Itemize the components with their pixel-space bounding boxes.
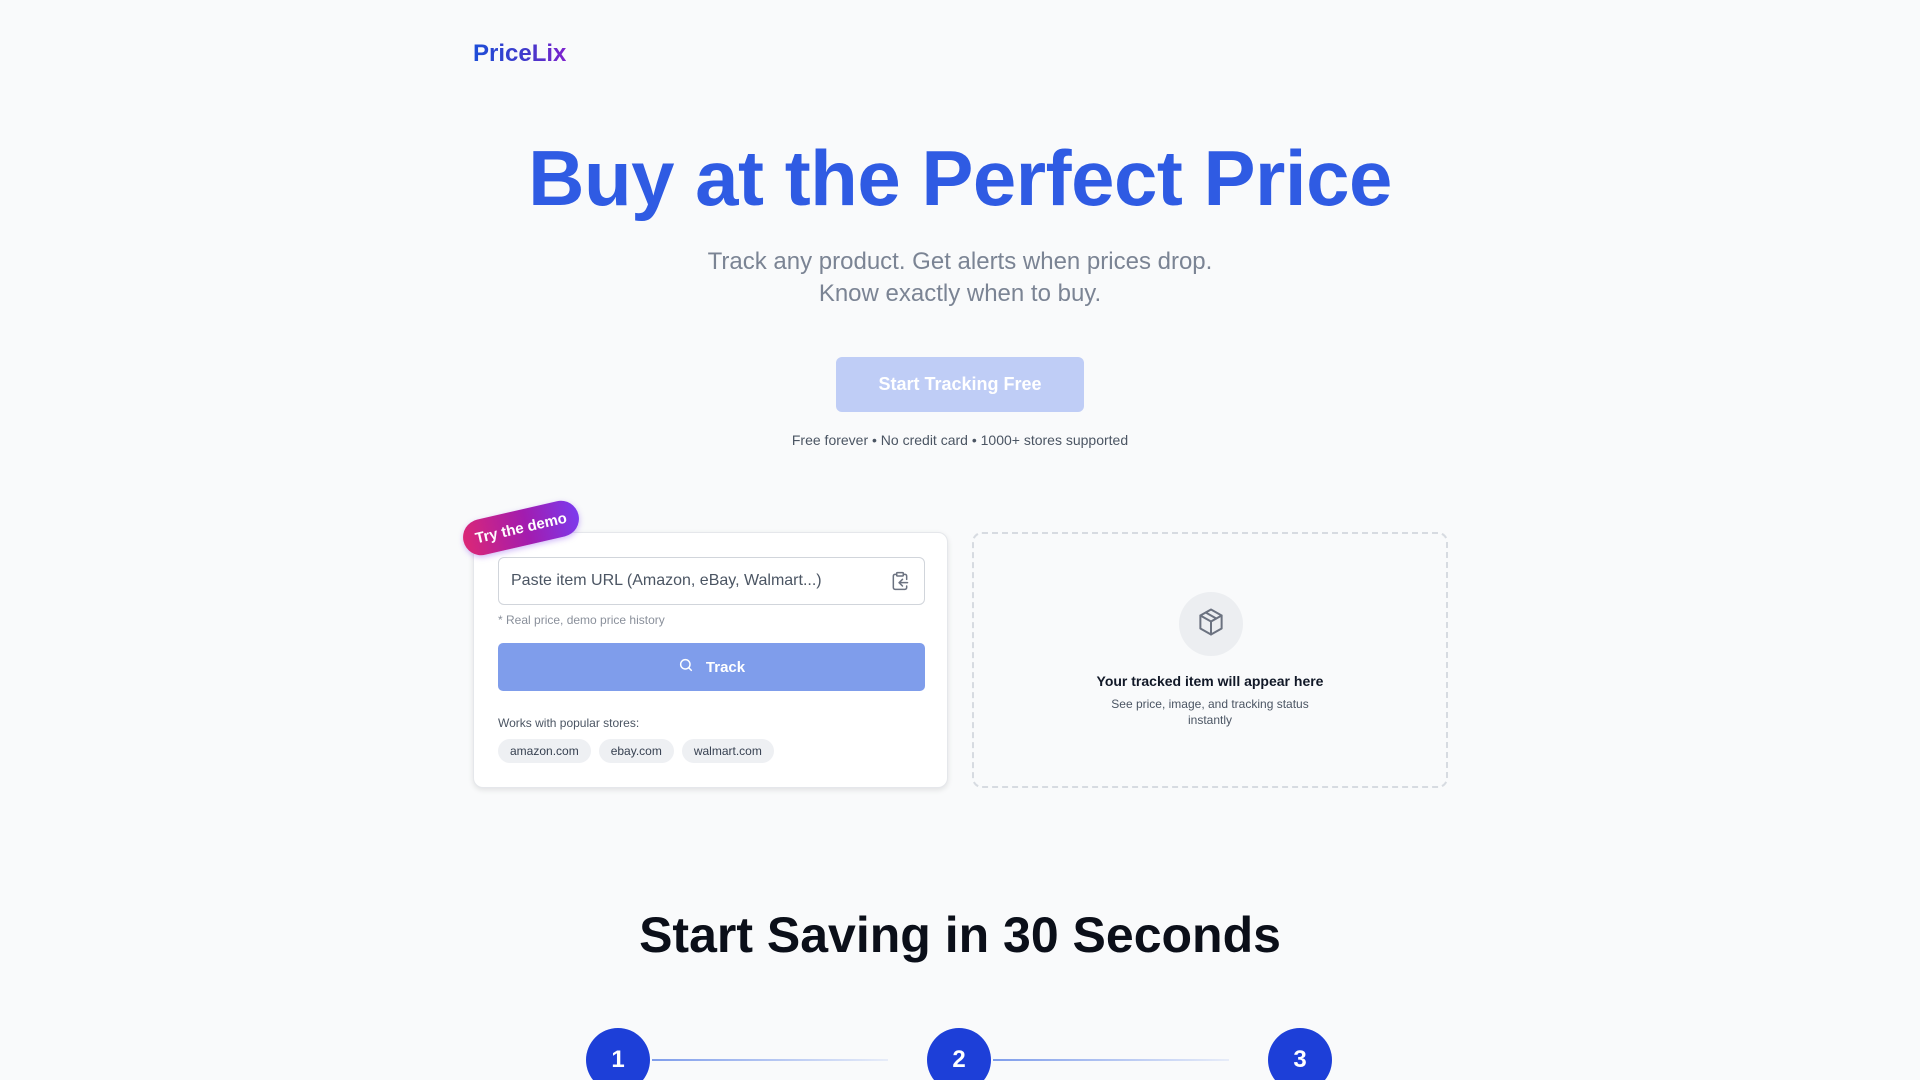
package-icon bbox=[1196, 607, 1226, 642]
store-chip-amazon[interactable]: amazon.com bbox=[498, 739, 591, 763]
item-url-input[interactable] bbox=[499, 558, 879, 604]
hero-subtitle-line-2: Know exactly when to buy. bbox=[818, 280, 1102, 307]
hero-title: Buy at the Perfect Price bbox=[528, 134, 1392, 222]
track-button-label: Track bbox=[705, 658, 746, 676]
store-chip-walmart[interactable]: walmart.com bbox=[681, 739, 774, 763]
clipboard-paste-icon[interactable] bbox=[890, 571, 910, 591]
step-connector bbox=[993, 1059, 1229, 1061]
demo-card: * Real price, demo price history Track W… bbox=[473, 532, 948, 788]
steps-section-title: Start Saving in 30 Seconds bbox=[639, 907, 1281, 963]
start-tracking-button[interactable]: Start Tracking Free bbox=[836, 357, 1084, 412]
search-icon bbox=[678, 657, 694, 677]
hero-subtitle-line-1: Track any product. Get alerts when price… bbox=[707, 248, 1213, 275]
demo-note: * Real price, demo price history bbox=[498, 613, 665, 627]
tracked-item-placeholder: Your tracked item will appear here See p… bbox=[972, 532, 1448, 788]
hero-subtitle: Track any product. Get alerts when price… bbox=[0, 246, 1920, 310]
url-input-wrapper bbox=[498, 557, 925, 605]
package-icon-wrapper bbox=[1179, 592, 1243, 656]
store-chip-ebay[interactable]: ebay.com bbox=[598, 739, 674, 763]
placeholder-subtitle: See price, image, and tracking status in… bbox=[1111, 697, 1309, 727]
placeholder-title: Your tracked item will appear here bbox=[1096, 673, 1324, 689]
store-chips: amazon.com ebay.com walmart.com bbox=[498, 739, 774, 763]
track-button[interactable]: Track bbox=[498, 643, 925, 691]
landing-page: PriceLix Buy at the Perfect Price Track … bbox=[0, 0, 1920, 1080]
step-circle-1: 1 bbox=[586, 1028, 650, 1080]
step-circle-2: 2 bbox=[927, 1028, 991, 1080]
brand-logo[interactable]: PriceLix bbox=[473, 40, 566, 68]
step-connector bbox=[652, 1059, 888, 1061]
stores-label: Works with popular stores: bbox=[498, 716, 640, 730]
step-circle-3: 3 bbox=[1268, 1028, 1332, 1080]
cta-note: Free forever • No credit card • 1000+ st… bbox=[791, 432, 1129, 448]
